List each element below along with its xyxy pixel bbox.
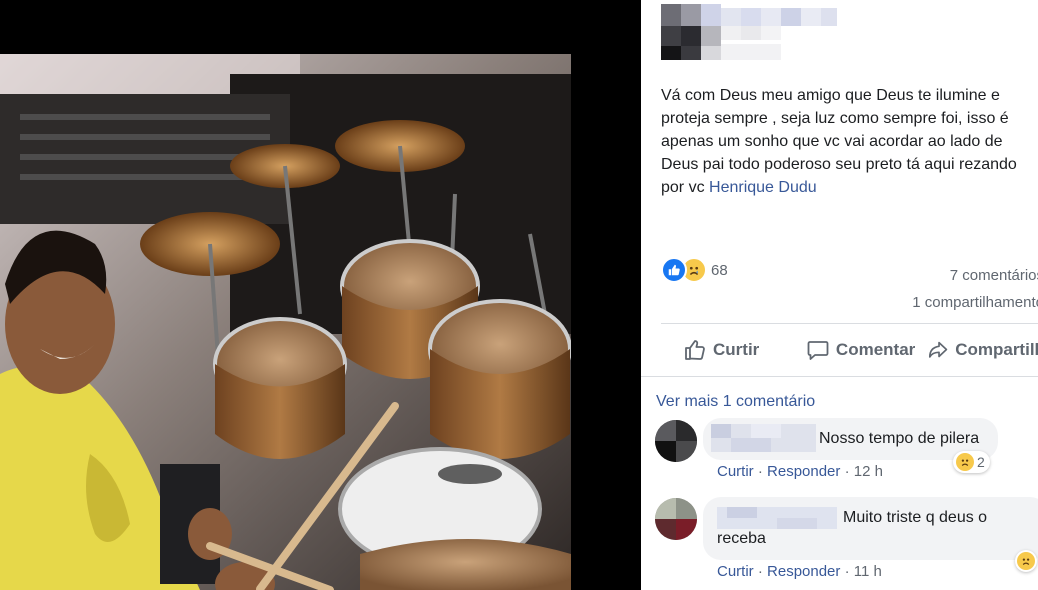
sad-reaction-icon bbox=[956, 453, 974, 471]
comment-text: Nosso tempo de pilera bbox=[819, 430, 980, 447]
comment-timestamp[interactable]: 11 h bbox=[854, 563, 882, 580]
sad-reaction-icon bbox=[1017, 552, 1035, 570]
comment-reply-link[interactable]: Responder bbox=[767, 563, 840, 580]
comment-reaction-count: 2 bbox=[977, 454, 985, 470]
commenter-avatar[interactable] bbox=[655, 420, 697, 462]
post-photo[interactable] bbox=[0, 54, 571, 590]
share-label: Compartilhar bbox=[955, 340, 1038, 359]
shares-count[interactable]: 1 compartilhamento bbox=[912, 289, 1038, 316]
comment-label: Comentar bbox=[835, 340, 916, 359]
drummer-photo-illustration bbox=[0, 54, 571, 590]
comment-reply-link[interactable]: Responder bbox=[767, 463, 840, 480]
comment-meta: Curtir · Responder · 11 h bbox=[717, 563, 882, 580]
author-blurred[interactable] bbox=[661, 4, 841, 60]
reaction-summary[interactable]: 68 bbox=[661, 257, 728, 283]
comment-like-link[interactable]: Curtir bbox=[717, 463, 754, 480]
meta-separator: · bbox=[844, 463, 850, 480]
thumbs-up-icon bbox=[685, 340, 705, 360]
comment-meta: Curtir · Responder · 12 h bbox=[717, 463, 883, 480]
share-icon bbox=[928, 341, 948, 358]
meta-separator: · bbox=[757, 463, 763, 480]
comment-timestamp[interactable]: 12 h bbox=[854, 463, 883, 480]
comment-reaction-badge[interactable]: 2 bbox=[953, 451, 990, 473]
comments-count[interactable]: 7 comentários bbox=[912, 262, 1038, 289]
blurred-commenter-name[interactable] bbox=[711, 424, 816, 452]
mention-link[interactable]: Henrique Dudu bbox=[709, 179, 817, 196]
divider bbox=[641, 376, 1038, 377]
comment-bubble[interactable]: Nosso tempo de pilera bbox=[703, 418, 998, 460]
comment-like-link[interactable]: Curtir bbox=[717, 563, 754, 580]
view-more-comments-link[interactable]: Ver mais 1 comentário bbox=[656, 393, 815, 411]
comment-bubble[interactable]: Muito triste q deus o receba bbox=[703, 497, 1038, 560]
share-button[interactable]: Compartilhar bbox=[927, 334, 1038, 366]
meta-separator: · bbox=[757, 563, 763, 580]
meta-separator: · bbox=[844, 563, 850, 580]
like-button[interactable]: Curtir bbox=[661, 334, 806, 366]
reaction-count: 68 bbox=[711, 261, 728, 279]
comment-button[interactable]: Comentar bbox=[806, 334, 927, 366]
like-label: Curtir bbox=[713, 340, 760, 359]
comment-text: Muito triste q deus o receba bbox=[717, 509, 988, 547]
commenter-avatar[interactable] bbox=[655, 498, 697, 540]
comment-icon bbox=[807, 341, 829, 360]
action-bar: Curtir Comentar Compartilhar bbox=[661, 334, 1038, 366]
like-reaction-icon bbox=[661, 257, 687, 283]
divider bbox=[661, 323, 1038, 324]
post-body: Vá com Deus meu amigo que Deus te ilumin… bbox=[661, 84, 1038, 199]
engagement-counts: 7 comentários 1 compartilhamento bbox=[912, 262, 1038, 316]
post-panel: Vá com Deus meu amigo que Deus te ilumin… bbox=[641, 0, 1038, 590]
comment-reaction-badge[interactable] bbox=[1015, 550, 1037, 572]
photo-viewer bbox=[0, 0, 641, 590]
